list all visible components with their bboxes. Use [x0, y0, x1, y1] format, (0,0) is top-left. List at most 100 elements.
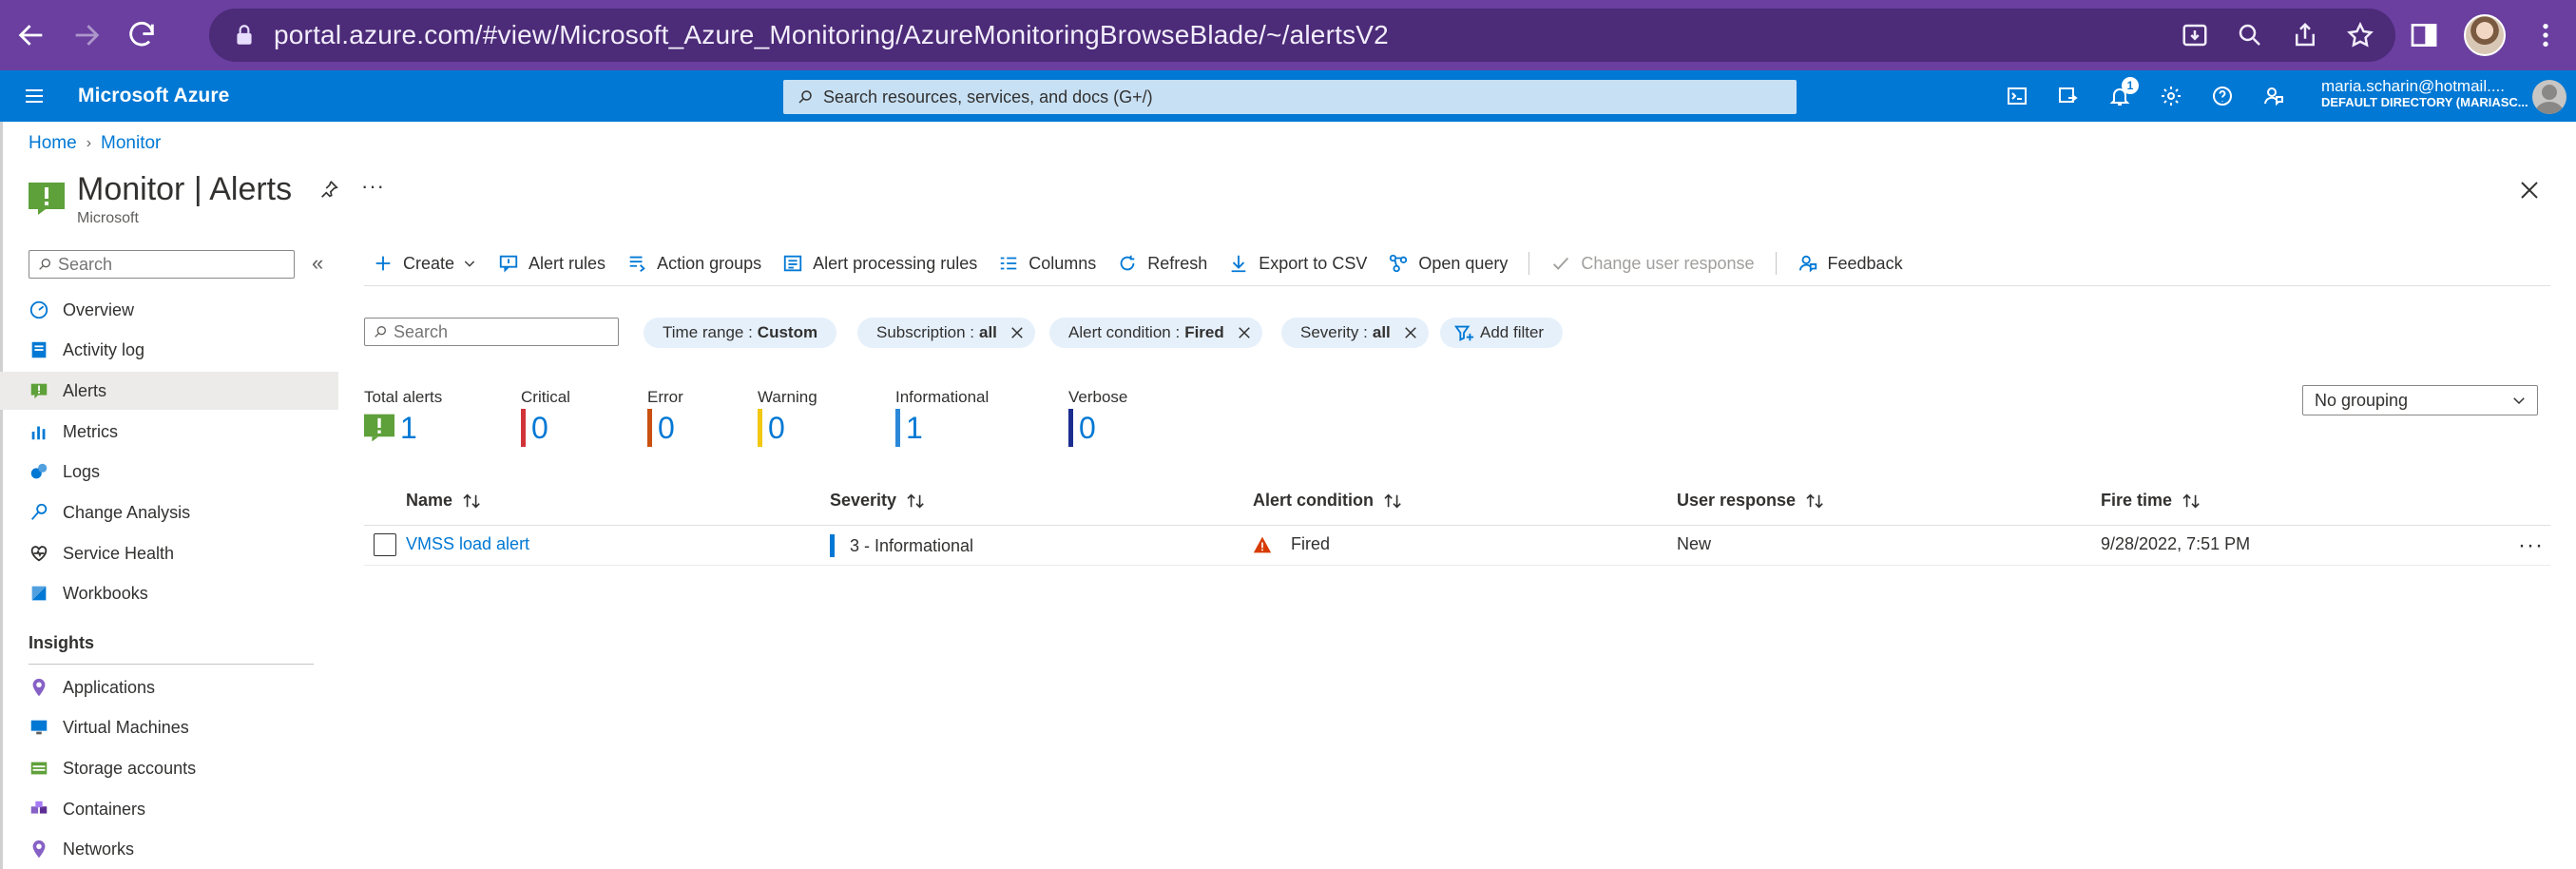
- filter-pill-subscription[interactable]: Subscription : all: [857, 318, 1035, 348]
- sidebar-item-metrics[interactable]: Metrics: [0, 413, 338, 451]
- sidebar-item-activity-log[interactable]: Activity log: [0, 331, 338, 369]
- add-filter-button[interactable]: Add filter: [1440, 318, 1564, 348]
- column-header-user-response[interactable]: User response: [1677, 491, 1826, 511]
- summary-verbose-value: 0: [1079, 410, 1096, 445]
- sidebar-item-service-health[interactable]: Service Health: [0, 534, 338, 572]
- filter-pill-severity[interactable]: Severity : all: [1281, 318, 1429, 348]
- column-header-severity[interactable]: Severity: [830, 491, 927, 511]
- feedback-icon: [1798, 255, 1817, 273]
- zoom-icon[interactable]: [2236, 21, 2264, 49]
- grouping-dropdown[interactable]: No grouping: [2302, 385, 2538, 415]
- summary-error[interactable]: 0: [647, 409, 675, 447]
- forward-icon[interactable]: [63, 11, 110, 59]
- alert-name-link[interactable]: VMSS load alert: [406, 534, 529, 554]
- sidebar-search-field[interactable]: [58, 254, 277, 275]
- feedback-person-icon[interactable]: [2260, 83, 2287, 109]
- global-search-input[interactable]: Search resources, services, and docs (G+…: [783, 80, 1797, 114]
- account-avatar[interactable]: [2532, 80, 2566, 114]
- sidebar-item-virtual-machines[interactable]: Virtual Machines: [0, 708, 338, 746]
- remove-filter-icon[interactable]: [1009, 324, 1026, 341]
- row-checkbox[interactable]: [374, 533, 396, 556]
- more-options-icon[interactable]: ···: [361, 174, 385, 199]
- action-groups-button[interactable]: Action groups: [626, 253, 761, 274]
- hamburger-menu-icon[interactable]: [23, 85, 46, 107]
- cell-user-response: New: [1677, 534, 1711, 554]
- feedback-button[interactable]: Feedback: [1797, 253, 1903, 274]
- open-query-button[interactable]: Open query: [1388, 253, 1508, 274]
- bookmark-star-icon[interactable]: [2346, 21, 2374, 49]
- alerts-search-field[interactable]: [394, 321, 603, 342]
- sidebar-item-label: Storage accounts: [63, 758, 197, 778]
- alerts-icon: [29, 380, 49, 401]
- column-header-alert-condition[interactable]: Alert condition: [1253, 491, 1404, 511]
- reload-icon[interactable]: [118, 11, 165, 59]
- page-title: Monitor | Alerts: [77, 171, 293, 207]
- sidebar-item-label: Virtual Machines: [63, 717, 189, 737]
- sidebar-item-overview[interactable]: Overview: [0, 291, 338, 329]
- filter-pill-time-range[interactable]: Time range : Custom: [644, 318, 837, 348]
- verbose-color-bar: [1068, 409, 1073, 447]
- alert-rules-button[interactable]: Alert rules: [498, 253, 606, 274]
- install-icon[interactable]: [2181, 21, 2209, 49]
- close-icon[interactable]: [2518, 179, 2541, 202]
- back-icon[interactable]: [8, 11, 55, 59]
- sidebar-item-workbooks[interactable]: Workbooks: [0, 574, 338, 612]
- columns-button[interactable]: Columns: [998, 253, 1096, 274]
- processing-rules-icon: [783, 255, 802, 272]
- sidebar-item-alerts[interactable]: Alerts: [0, 372, 338, 410]
- refresh-button[interactable]: Refresh: [1117, 253, 1207, 274]
- filter-label: Severity :: [1300, 323, 1368, 341]
- summary-total[interactable]: 1: [364, 409, 417, 447]
- remove-filter-icon[interactable]: [1402, 324, 1419, 341]
- summary-warning[interactable]: 0: [758, 409, 785, 447]
- sidebar-item-label: Workbooks: [63, 583, 148, 603]
- address-bar[interactable]: portal.azure.com/#view/Microsoft_Azure_M…: [209, 9, 2395, 62]
- column-header-name[interactable]: Name: [406, 491, 483, 511]
- column-header-fire-time[interactable]: Fire time: [2101, 491, 2202, 511]
- settings-gear-icon[interactable]: [2158, 83, 2184, 109]
- sidebar-item-label: Applications: [63, 677, 156, 697]
- share-icon[interactable]: [2291, 21, 2319, 49]
- cloud-shell-icon[interactable]: [2004, 83, 2030, 109]
- export-csv-button[interactable]: Export to CSV: [1228, 253, 1367, 274]
- filter-label: Subscription :: [876, 323, 974, 341]
- change-user-response-button[interactable]: Change user response: [1550, 253, 1755, 274]
- breadcrumb-home[interactable]: Home: [29, 133, 77, 154]
- help-icon[interactable]: [2209, 83, 2236, 109]
- breadcrumb-monitor[interactable]: Monitor: [101, 133, 161, 154]
- browser-toolbar: portal.azure.com/#view/Microsoft_Azure_M…: [0, 0, 2576, 70]
- alerts-search-input[interactable]: [364, 318, 619, 346]
- sidebar-search-input[interactable]: [29, 250, 295, 279]
- collapse-sidebar-icon[interactable]: «: [312, 251, 323, 276]
- create-button[interactable]: Create: [373, 253, 477, 274]
- summary-verbose[interactable]: 0: [1068, 409, 1096, 447]
- alert-processing-rules-button[interactable]: Alert processing rules: [782, 253, 977, 274]
- critical-color-bar: [521, 409, 526, 447]
- browser-menu-icon[interactable]: [2530, 20, 2561, 50]
- sidebar-item-networks[interactable]: Networks: [0, 830, 338, 868]
- side-panel-icon[interactable]: [2409, 20, 2439, 50]
- filter-pill-alert-condition[interactable]: Alert condition : Fired: [1049, 318, 1262, 348]
- directory-filter-icon[interactable]: [2055, 83, 2082, 109]
- pin-icon[interactable]: [318, 179, 339, 200]
- chevron-down-icon: [464, 261, 475, 267]
- table-header-divider: [364, 525, 2550, 526]
- cell-alert-condition: Fired: [1253, 534, 1330, 554]
- sidebar-item-label: Overview: [63, 299, 135, 319]
- summary-critical[interactable]: 0: [521, 409, 548, 447]
- row-more-options-icon[interactable]: ···: [2518, 532, 2544, 559]
- azure-brand[interactable]: Microsoft Azure: [78, 85, 229, 107]
- breadcrumb-separator-icon: ›: [86, 135, 92, 151]
- remove-filter-icon[interactable]: [1236, 324, 1253, 341]
- browser-profile-avatar[interactable]: [2464, 14, 2506, 56]
- account-info[interactable]: maria.scharin@hotmail.... DEFAULT DIRECT…: [2321, 77, 2528, 109]
- summary-informational[interactable]: 1: [895, 409, 923, 447]
- sidebar-item-change-analysis[interactable]: Change Analysis: [0, 493, 338, 531]
- sidebar-item-storage-accounts[interactable]: Storage accounts: [0, 749, 338, 787]
- summary-informational-value: 1: [906, 410, 923, 445]
- notifications-icon[interactable]: 1: [2106, 77, 2139, 109]
- sidebar-item-applications[interactable]: Applications: [0, 668, 338, 706]
- sidebar-item-logs[interactable]: Logs: [0, 453, 338, 491]
- sidebar-item-containers[interactable]: Containers: [0, 790, 338, 828]
- warning-color-bar: [758, 409, 762, 447]
